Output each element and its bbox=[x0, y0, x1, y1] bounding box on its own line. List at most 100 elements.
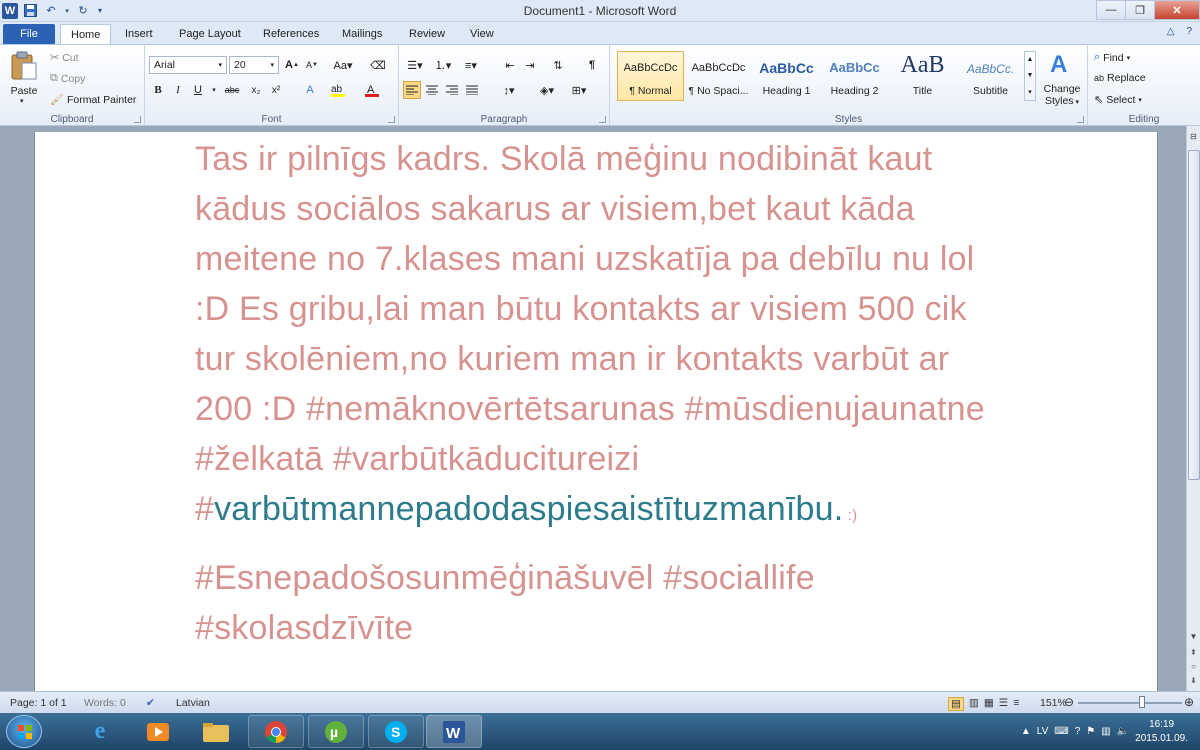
print-layout-icon[interactable]: ▤ bbox=[948, 697, 964, 711]
font-color-icon[interactable]: A bbox=[363, 81, 381, 99]
taskbar-ie[interactable]: e bbox=[72, 715, 128, 748]
sort-icon[interactable]: ⇅ bbox=[549, 56, 567, 74]
change-case-button[interactable]: Aa▾ bbox=[331, 56, 355, 74]
align-center-button[interactable] bbox=[423, 81, 441, 99]
strikethrough-button[interactable]: abc bbox=[219, 81, 245, 99]
paragraph-launcher-icon[interactable] bbox=[599, 116, 606, 123]
browse-object-icon[interactable]: ○ bbox=[1187, 660, 1200, 672]
justify-button[interactable] bbox=[463, 81, 481, 99]
tab-file[interactable]: File bbox=[3, 24, 55, 44]
language-indicator[interactable]: Latvian bbox=[176, 697, 210, 709]
font-size-select[interactable]: 20 ▾ bbox=[229, 56, 279, 74]
previous-page-icon[interactable]: ⇞ bbox=[1187, 646, 1200, 658]
draft-icon[interactable]: ≡ bbox=[1013, 697, 1019, 711]
bold-button[interactable]: B bbox=[149, 81, 167, 99]
scroll-up-icon[interactable]: ▲ bbox=[1027, 56, 1034, 63]
taskbar-chrome[interactable] bbox=[248, 715, 304, 748]
borders-icon[interactable]: ⊞▾ bbox=[567, 81, 591, 99]
close-button[interactable]: ✕ bbox=[1154, 0, 1200, 20]
scroll-down-arrow-icon[interactable]: ▼ bbox=[1187, 630, 1200, 642]
taskbar-utorrent[interactable]: µ bbox=[308, 715, 364, 748]
web-layout-icon[interactable]: ▦ bbox=[984, 697, 994, 711]
volume-icon[interactable]: 🔈 bbox=[1117, 726, 1129, 737]
help-icon[interactable]: ? bbox=[1186, 26, 1192, 37]
outline-icon[interactable]: ☰ bbox=[999, 697, 1008, 711]
scrollbar-thumb[interactable] bbox=[1188, 150, 1200, 480]
tab-page-layout[interactable]: Page Layout bbox=[169, 24, 251, 44]
numbering-icon[interactable]: ⒈▾ bbox=[431, 56, 455, 74]
style-heading-1[interactable]: AaBbCc Heading 1 bbox=[753, 51, 820, 101]
styles-scroll[interactable]: ▲ ▼ ▾ bbox=[1024, 51, 1036, 101]
decrease-indent-icon[interactable]: ⇤ bbox=[501, 56, 519, 74]
language-bar[interactable]: LV bbox=[1037, 726, 1049, 737]
increase-indent-icon[interactable]: ⇥ bbox=[521, 56, 539, 74]
line-spacing-icon[interactable]: ↕▾ bbox=[497, 81, 521, 99]
taskbar-media[interactable] bbox=[130, 715, 186, 748]
tray-expand-icon[interactable]: ▲ bbox=[1021, 726, 1031, 737]
find-button[interactable]: ⌕ Find ▾ bbox=[1094, 51, 1130, 64]
superscript-button[interactable]: x² bbox=[267, 81, 285, 99]
taskbar-word[interactable]: W bbox=[426, 715, 482, 748]
align-right-button[interactable] bbox=[443, 81, 461, 99]
subscript-button[interactable]: x₂ bbox=[247, 81, 265, 99]
page-indicator[interactable]: Page: 1 of 1 bbox=[10, 697, 67, 709]
document-text[interactable]: Tas ir pilnīgs kadrs. Skolā mēģinu nodib… bbox=[195, 134, 1075, 653]
tab-mailings[interactable]: Mailings bbox=[332, 24, 392, 44]
zoom-slider-thumb[interactable] bbox=[1139, 696, 1145, 708]
zoom-in-icon[interactable]: ⊕ bbox=[1184, 695, 1194, 709]
keyboard-icon[interactable]: ⌨ bbox=[1054, 726, 1068, 737]
zoom-out-icon[interactable]: ⊖ bbox=[1064, 695, 1074, 709]
taskbar-skype[interactable]: S bbox=[368, 715, 424, 748]
clock[interactable]: 16:19 2015.01.09. bbox=[1135, 718, 1188, 746]
zoom-slider[interactable] bbox=[1078, 702, 1182, 704]
text-effects-icon[interactable]: A bbox=[301, 81, 319, 99]
change-styles-button[interactable]: A Change Styles ▾ bbox=[1040, 51, 1084, 109]
tab-view[interactable]: View bbox=[460, 24, 504, 44]
clear-formatting-icon[interactable]: ⌫ bbox=[369, 56, 387, 74]
ruler-toggle-icon[interactable]: ⊟ bbox=[1187, 130, 1200, 142]
zoom-level[interactable]: 151% bbox=[1040, 697, 1067, 709]
shrink-font-button[interactable]: A ▼ bbox=[303, 56, 321, 74]
tab-references[interactable]: References bbox=[253, 24, 329, 44]
clipboard-launcher-icon[interactable] bbox=[134, 116, 141, 123]
style-title[interactable]: AaB Title bbox=[889, 51, 956, 101]
minimize-button[interactable]: — bbox=[1096, 0, 1126, 20]
proofing-icon[interactable]: ✔ bbox=[146, 697, 155, 709]
taskbar-explorer[interactable] bbox=[188, 715, 244, 748]
restore-button[interactable]: ❐ bbox=[1125, 0, 1155, 20]
style-normal[interactable]: AaBbCcDc ¶ Normal bbox=[617, 51, 684, 101]
cut-button[interactable]: ✂ Cut bbox=[50, 51, 79, 65]
grow-font-button[interactable]: A ▲ bbox=[283, 56, 301, 74]
replace-button[interactable]: ab Replace bbox=[1094, 72, 1146, 84]
next-page-icon[interactable]: ⇟ bbox=[1187, 674, 1200, 686]
minimize-ribbon-icon[interactable]: △ bbox=[1167, 26, 1175, 37]
show-formatting-marks-icon[interactable]: ¶ bbox=[583, 56, 601, 74]
multilevel-list-icon[interactable]: ≡▾ bbox=[459, 56, 483, 74]
copy-button[interactable]: ⧉ Copy bbox=[50, 72, 85, 85]
bullets-icon[interactable]: ☰▾ bbox=[403, 56, 427, 74]
more-styles-icon[interactable]: ▾ bbox=[1028, 88, 1032, 96]
word-count[interactable]: Words: 0 bbox=[84, 697, 126, 709]
document-page[interactable]: Tas ir pilnīgs kadrs. Skolā mēģinu nodib… bbox=[34, 132, 1158, 691]
format-painter-button[interactable]: 🖌 Format Painter bbox=[50, 93, 136, 107]
paste-button[interactable]: Paste ▾ bbox=[6, 51, 42, 105]
align-left-button[interactable] bbox=[403, 81, 421, 99]
shading-icon[interactable]: ◈▾ bbox=[535, 81, 559, 99]
style-no-spacing[interactable]: AaBbCcDc ¶ No Spaci... bbox=[685, 51, 752, 101]
flag-icon[interactable]: ⚑ bbox=[1086, 726, 1095, 737]
tab-insert[interactable]: Insert bbox=[115, 24, 163, 44]
font-family-select[interactable]: Arial ▾ bbox=[149, 56, 227, 74]
tab-review[interactable]: Review bbox=[399, 24, 455, 44]
highlight-icon[interactable]: ab bbox=[329, 81, 347, 99]
style-heading-2[interactable]: AaBbCc Heading 2 bbox=[821, 51, 888, 101]
network-icon[interactable]: ▥ bbox=[1101, 726, 1110, 737]
style-subtitle[interactable]: AaBbCc. Subtitle bbox=[957, 51, 1024, 101]
help-tray-icon[interactable]: ? bbox=[1075, 726, 1081, 737]
font-launcher-icon[interactable] bbox=[388, 116, 395, 123]
italic-button[interactable]: I bbox=[169, 81, 187, 99]
vertical-scrollbar[interactable]: ⊟ ▼ ⇞ ○ ⇟ bbox=[1186, 126, 1200, 691]
start-button[interactable] bbox=[6, 715, 42, 748]
full-screen-reading-icon[interactable]: ▥ bbox=[969, 697, 979, 711]
tab-home[interactable]: Home bbox=[60, 24, 112, 44]
scroll-down-icon[interactable]: ▼ bbox=[1027, 72, 1034, 79]
